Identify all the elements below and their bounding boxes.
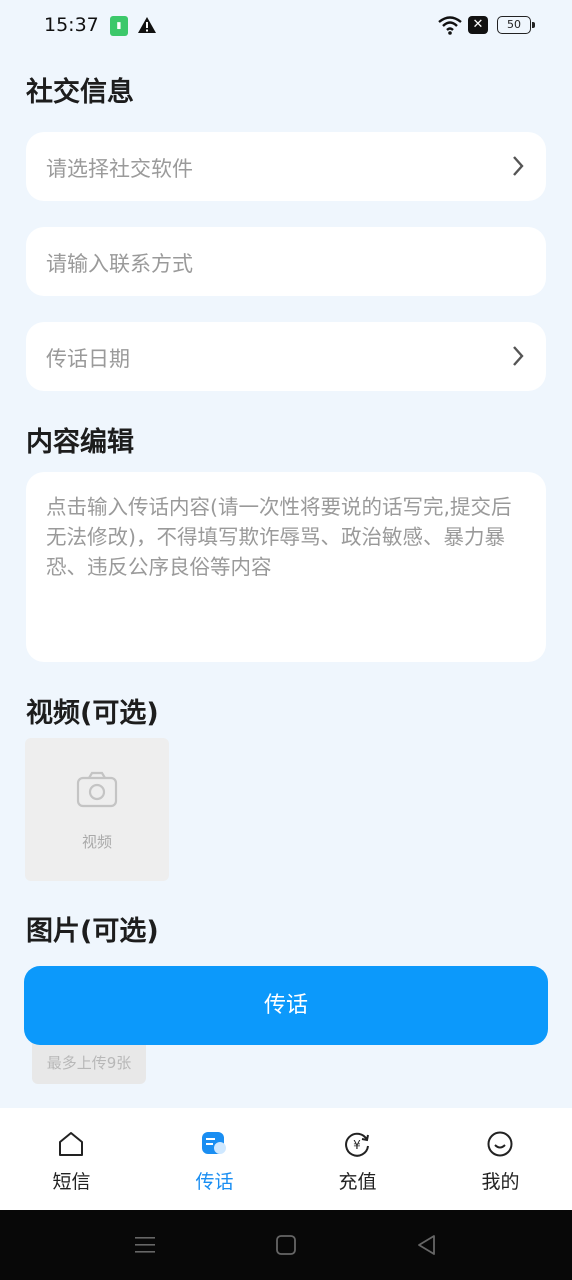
- nav-item-recharge[interactable]: ¥ 充值: [286, 1108, 429, 1210]
- status-time: 15:37: [44, 14, 99, 36]
- social-app-placeholder: 请选择社交软件: [46, 157, 193, 181]
- video-upload-button[interactable]: 视频: [25, 738, 169, 881]
- video-upload-label: 视频: [81, 833, 112, 851]
- menu-icon[interactable]: [133, 1233, 157, 1257]
- nav-label-message: 传话: [195, 1171, 234, 1193]
- nav-item-mine[interactable]: 我的: [429, 1108, 572, 1210]
- nav-item-sms[interactable]: 短信: [0, 1108, 143, 1210]
- content-textarea[interactable]: 点击输入传话内容(请一次性将要说的话写完,提交后无法修改)，不得填写欺诈辱骂、政…: [26, 472, 546, 662]
- home-square-icon[interactable]: [274, 1233, 298, 1257]
- status-bar: 15:37 ▮ ✕ 50: [0, 0, 572, 52]
- nav-item-message[interactable]: 传话: [143, 1108, 286, 1210]
- smile-icon: [487, 1131, 513, 1157]
- date-select[interactable]: 传话日期: [26, 322, 546, 391]
- submit-button[interactable]: 传话: [24, 966, 548, 1045]
- social-app-select[interactable]: 请选择社交软件: [26, 132, 546, 201]
- system-nav-bar: [0, 1210, 572, 1280]
- chevron-right-icon: [513, 346, 524, 366]
- section-title-social: 社交信息: [26, 77, 134, 108]
- date-placeholder: 传话日期: [46, 347, 130, 371]
- section-title-content: 内容编辑: [26, 427, 134, 458]
- section-title-image: 图片(可选): [26, 916, 159, 947]
- section-title-video: 视频(可选): [26, 698, 159, 729]
- nav-label-recharge: 充值: [338, 1171, 377, 1193]
- nfc-icon: ✕: [468, 16, 488, 34]
- wifi-icon: [438, 16, 462, 35]
- yuan-refresh-icon: ¥: [345, 1132, 369, 1157]
- back-icon[interactable]: [415, 1233, 439, 1257]
- chevron-right-icon: [513, 156, 524, 176]
- warning-icon: [138, 17, 156, 33]
- camera-icon: [76, 771, 118, 808]
- contact-input[interactable]: 请输入联系方式: [26, 227, 546, 296]
- nav-label-mine: 我的: [481, 1171, 520, 1193]
- battery-icon: 50: [497, 16, 535, 34]
- nav-label-sms: 短信: [52, 1171, 91, 1193]
- image-limit-hint: 最多上传9张: [32, 1040, 146, 1084]
- message-icon: [202, 1132, 226, 1154]
- home-icon: [59, 1132, 83, 1156]
- svg-text:¥: ¥: [353, 1138, 361, 1152]
- bottom-nav: 短信 传话 ¥ 充值 我的: [0, 1108, 572, 1210]
- contact-placeholder: 请输入联系方式: [46, 252, 193, 276]
- sim-card-icon: ▮: [110, 16, 128, 36]
